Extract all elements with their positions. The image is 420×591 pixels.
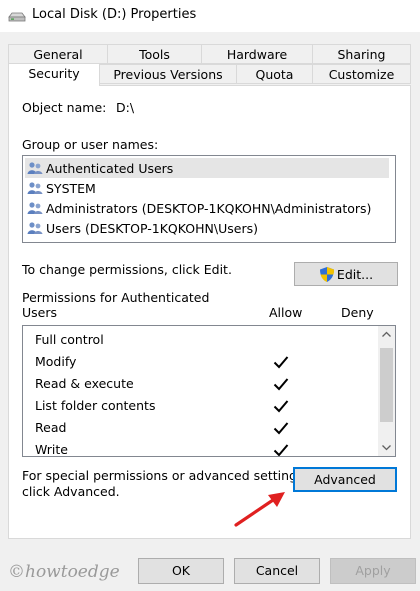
checkmark-icon <box>273 400 289 413</box>
tab-label: Previous Versions <box>113 67 223 82</box>
tab-label: Quota <box>255 67 294 82</box>
apply-button[interactable]: Apply <box>330 558 416 584</box>
chevron-up-icon[interactable] <box>378 326 395 343</box>
shield-icon <box>319 266 334 282</box>
permissions-list[interactable]: Full control Modify Read & execute List … <box>22 325 396 457</box>
checkmark-icon <box>273 378 289 391</box>
list-item-label: SYSTEM <box>46 180 96 196</box>
group-user-list[interactable]: Authenticated Users SYSTEM Administrator… <box>22 155 396 243</box>
tab-label: Customize <box>328 67 395 82</box>
list-item-label: Users (DESKTOP-1KQKOHN\Users) <box>46 220 258 236</box>
permission-row: Full control <box>35 329 375 351</box>
watermark: ©howtoedge <box>8 562 120 582</box>
checkmark-icon <box>273 356 289 369</box>
object-name-label: Object name: <box>22 100 107 115</box>
object-name-value: D:\ <box>116 100 135 115</box>
ok-button[interactable]: OK <box>138 558 224 584</box>
ok-button-label: OK <box>171 563 191 578</box>
scrollbar-thumb[interactable] <box>380 348 393 422</box>
tab-label: Security <box>28 66 80 81</box>
red-arrow-icon <box>234 492 285 527</box>
tab-label: General <box>33 47 83 62</box>
apply-button-label: Apply <box>355 563 391 578</box>
title-bar[interactable]: Local Disk (D:) Properties <box>0 0 420 32</box>
list-item[interactable]: Administrators (DESKTOP-1KQKOHN\Administ… <box>27 198 371 218</box>
tab-customize[interactable]: Customize <box>312 64 411 84</box>
list-item[interactable]: Authenticated Users <box>25 158 389 178</box>
permission-name: Read <box>35 420 67 435</box>
window-title: Local Disk (D:) Properties <box>32 7 197 22</box>
group-names-label: Group or user names: <box>22 137 159 152</box>
permissions-heading: Permissions for Authenticated <box>22 290 210 305</box>
tab-security[interactable]: Security <box>8 63 100 86</box>
list-item[interactable]: SYSTEM <box>27 178 96 198</box>
permission-name: List folder contents <box>35 398 156 413</box>
permission-row: Read & execute <box>35 373 375 395</box>
tab-label: Hardware <box>226 47 288 62</box>
permission-name: Full control <box>35 332 104 347</box>
list-item-label: Administrators (DESKTOP-1KQKOHN\Administ… <box>46 200 372 216</box>
tab-previous-versions[interactable]: Previous Versions <box>99 64 237 84</box>
deny-column-header: Deny <box>341 305 374 320</box>
change-permissions-text: To change permissions, click Edit. <box>22 262 232 277</box>
tab-general[interactable]: General <box>8 44 108 64</box>
users-icon <box>27 182 43 194</box>
advanced-text-line2: click Advanced. <box>22 484 120 499</box>
users-icon <box>27 162 43 174</box>
permission-row: List folder contents <box>35 395 375 417</box>
checkmark-icon <box>273 444 289 456</box>
permission-name: Modify <box>35 354 77 369</box>
permission-row: Modify <box>35 351 375 373</box>
cancel-button-label: Cancel <box>255 563 299 578</box>
list-item-label: Authenticated Users <box>46 160 174 176</box>
drive-icon <box>8 12 26 22</box>
cancel-button[interactable]: Cancel <box>234 558 320 584</box>
tab-tools[interactable]: Tools <box>107 44 202 64</box>
permission-row: Read <box>35 417 375 439</box>
users-icon <box>27 202 43 214</box>
tab-label: Sharing <box>337 47 386 62</box>
advanced-button[interactable]: Advanced <box>293 467 397 492</box>
advanced-button-label: Advanced <box>314 472 376 487</box>
advanced-text: For special permissions or advanced sett… <box>22 468 308 483</box>
chevron-down-icon[interactable] <box>378 439 395 456</box>
permissions-heading-user: Users <box>22 305 58 320</box>
tab-hardware[interactable]: Hardware <box>201 44 313 64</box>
permission-name: Write <box>35 442 69 457</box>
list-item[interactable]: Users (DESKTOP-1KQKOHN\Users) <box>27 218 258 238</box>
permission-row: Write <box>35 439 375 457</box>
vertical-scrollbar[interactable] <box>378 326 395 456</box>
edit-button[interactable]: Edit... <box>294 262 398 286</box>
users-icon <box>27 222 43 234</box>
tab-sharing[interactable]: Sharing <box>312 44 411 64</box>
tab-quota[interactable]: Quota <box>236 64 313 84</box>
edit-button-label: Edit... <box>336 266 374 282</box>
allow-column-header: Allow <box>269 305 303 320</box>
checkmark-icon <box>273 422 289 435</box>
tab-label: Tools <box>139 47 170 62</box>
permission-name: Read & execute <box>35 376 134 391</box>
